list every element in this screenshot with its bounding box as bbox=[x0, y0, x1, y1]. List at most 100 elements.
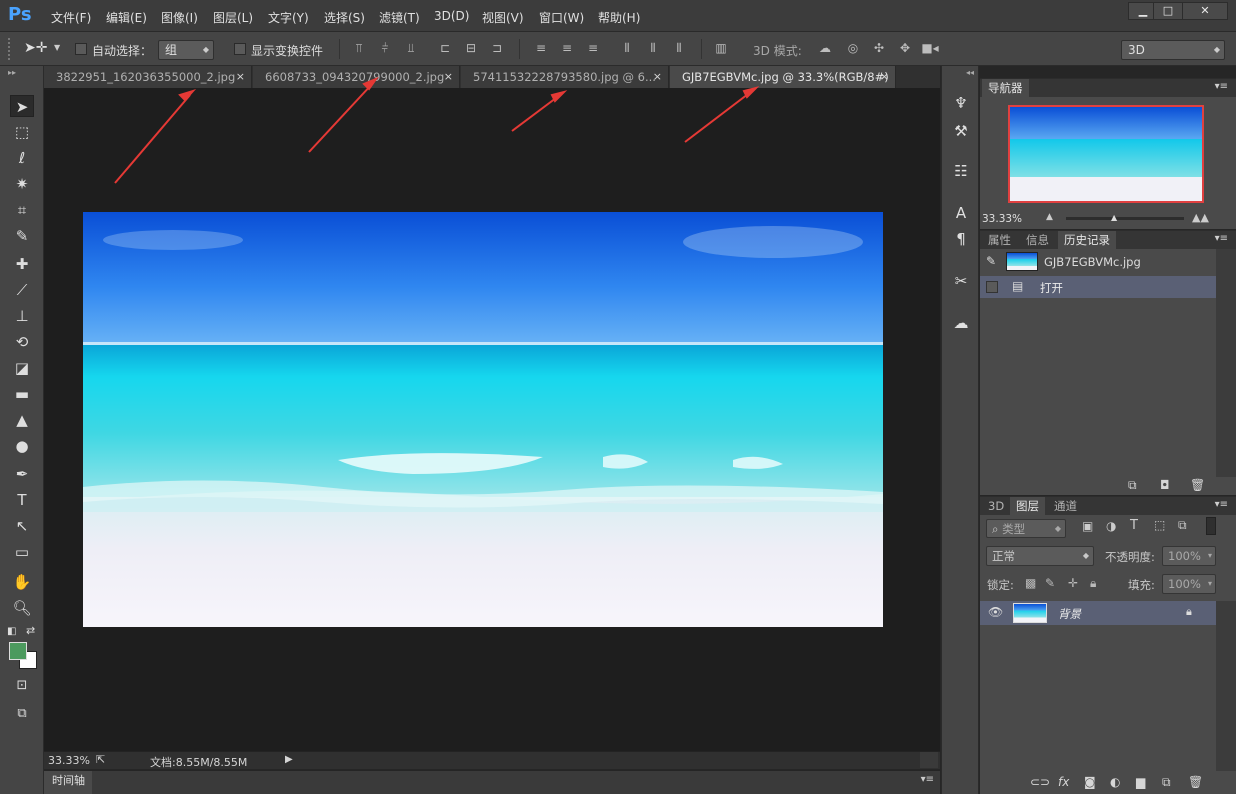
tool-presets-icon[interactable]: ✂ bbox=[950, 270, 972, 292]
menu-help[interactable]: 帮助(H) bbox=[598, 9, 640, 26]
brush-presets-icon[interactable]: ♆ bbox=[950, 92, 972, 114]
navigator-preview[interactable] bbox=[1008, 105, 1204, 203]
filter-smart-object-icon[interactable]: ⧉ bbox=[1178, 518, 1187, 533]
filter-shape-icon[interactable]: ⬚ bbox=[1154, 518, 1165, 532]
workspace-dropdown[interactable]: 3D ◆ bbox=[1121, 40, 1225, 60]
step-checkbox[interactable] bbox=[986, 281, 998, 293]
roll-3d-icon[interactable]: ◎ bbox=[843, 41, 863, 55]
status-menu-arrow-icon[interactable]: ▶ bbox=[285, 754, 293, 765]
export-icon[interactable]: ⇱ bbox=[96, 753, 105, 766]
new-document-from-state-icon[interactable]: ⧉ bbox=[1128, 478, 1137, 493]
menu-select[interactable]: 选择(S) bbox=[324, 9, 365, 26]
clone-source-icon[interactable]: ☷ bbox=[950, 160, 972, 182]
pen-tool-icon[interactable]: ✒ bbox=[10, 463, 34, 485]
layers-scrollbar[interactable] bbox=[1216, 601, 1236, 771]
menu-layer[interactable]: 图层(L) bbox=[213, 9, 253, 26]
zoom-in-icon[interactable]: ▲▲ bbox=[1192, 211, 1209, 224]
layer-row[interactable]: 👁︎ 背景 🔒︎ bbox=[980, 601, 1216, 625]
tab-document-4[interactable]: GJB7EGBVMc.jpg @ 33.3%(RGB/8#) × bbox=[670, 66, 896, 88]
lock-position-icon[interactable]: ✛ bbox=[1068, 576, 1078, 590]
menu-image[interactable]: 图像(I) bbox=[161, 9, 198, 26]
history-scrollbar[interactable] bbox=[1216, 249, 1236, 477]
character-icon[interactable]: A bbox=[950, 202, 972, 224]
navigator-zoom-value[interactable]: 33.33% bbox=[982, 213, 1022, 225]
swap-colors-icon[interactable]: ⇄ bbox=[26, 624, 35, 637]
visibility-eye-icon[interactable]: 👁︎ bbox=[988, 605, 1003, 619]
history-brush-source-icon[interactable]: ✎ bbox=[986, 254, 996, 268]
close-icon[interactable]: × bbox=[236, 66, 245, 88]
brush-settings-icon[interactable]: ⚒ bbox=[950, 120, 972, 142]
move-tool-preset-icon[interactable]: ➤✛ bbox=[24, 40, 47, 56]
foreground-color-swatch[interactable] bbox=[9, 642, 27, 660]
eraser-tool-icon[interactable]: ◪ bbox=[10, 357, 34, 379]
maximize-button[interactable]: □ bbox=[1153, 2, 1183, 20]
blur-tool-icon[interactable]: ▲ bbox=[10, 409, 34, 431]
layer-filter-dropdown[interactable]: ⌕ 类型 ◆ bbox=[986, 519, 1066, 538]
history-step-row[interactable]: ▤ 打开 bbox=[980, 276, 1216, 298]
adjustment-layer-icon[interactable]: ◐ bbox=[1110, 775, 1120, 789]
delete-layer-icon[interactable]: 🗑︎ bbox=[1188, 775, 1203, 789]
tab-info[interactable]: 信息 bbox=[1020, 231, 1055, 249]
screen-mode-icon[interactable]: ⧉ bbox=[10, 703, 34, 725]
collapse-icon[interactable]: ◂◂ bbox=[966, 68, 974, 77]
align-hcenter-icon[interactable]: ⊟ bbox=[464, 41, 478, 55]
align-right-icon[interactable]: ⊐ bbox=[490, 41, 504, 55]
magic-wand-tool-icon[interactable]: ✷ bbox=[10, 173, 34, 195]
dodge-tool-icon[interactable]: ● bbox=[10, 435, 34, 457]
camera-icon[interactable]: ◘ bbox=[1160, 478, 1170, 492]
collapse-icon[interactable]: ▸▸ bbox=[8, 68, 16, 77]
distribute-right-icon[interactable]: ⦀ bbox=[672, 41, 686, 55]
zoom-out-icon[interactable]: ▲ bbox=[1046, 212, 1053, 222]
distribute-vcenter-icon[interactable]: ≡ bbox=[560, 41, 574, 55]
distribute-hcenter-icon[interactable]: ⦀ bbox=[646, 41, 660, 55]
timeline-tab[interactable]: 时间轴 bbox=[44, 771, 92, 794]
tab-layers[interactable]: 图层 bbox=[1010, 497, 1045, 515]
chevron-down-icon[interactable]: ▼ bbox=[54, 43, 60, 52]
distribute-top-icon[interactable]: ≡ bbox=[534, 41, 548, 55]
menu-window[interactable]: 窗口(W) bbox=[539, 9, 584, 26]
menu-type[interactable]: 文字(Y) bbox=[268, 9, 309, 26]
align-bottom-icon[interactable]: ⫫ bbox=[404, 41, 418, 55]
add-mask-icon[interactable]: ◙ bbox=[1084, 775, 1096, 789]
path-selection-tool-icon[interactable]: ↖ bbox=[10, 515, 34, 537]
zoom-slider[interactable] bbox=[1066, 217, 1184, 220]
auto-select-checkbox[interactable] bbox=[75, 43, 87, 55]
gradient-tool-icon[interactable]: ▬ bbox=[10, 383, 34, 405]
close-icon[interactable]: × bbox=[653, 66, 662, 88]
marquee-tool-icon[interactable]: ⬚ bbox=[10, 121, 34, 143]
auto-align-icon[interactable]: ▥ bbox=[714, 41, 728, 55]
hand-tool-icon[interactable]: ✋ bbox=[10, 571, 34, 593]
lock-transparency-icon[interactable]: ▩ bbox=[1025, 576, 1036, 590]
distribute-left-icon[interactable]: ⦀ bbox=[620, 41, 634, 55]
history-brush-tool-icon[interactable]: ⟲ bbox=[10, 331, 34, 353]
layer-style-icon[interactable]: fx bbox=[1058, 775, 1069, 789]
menu-3d[interactable]: 3D(D) bbox=[434, 9, 469, 23]
close-button[interactable]: ✕ bbox=[1182, 2, 1228, 20]
healing-brush-tool-icon[interactable]: ✚ bbox=[10, 253, 34, 275]
history-snapshot-row[interactable]: ✎ GJB7EGBVMc.jpg bbox=[980, 249, 1216, 275]
default-colors-icon[interactable]: ◧ bbox=[7, 626, 16, 637]
panel-menu-icon[interactable]: ▾≡ bbox=[1215, 81, 1228, 92]
blend-mode-dropdown[interactable]: 正常 ◆ bbox=[986, 546, 1094, 566]
zoom-tool-icon[interactable]: 🔍︎ bbox=[10, 597, 34, 619]
rotate-3d-icon[interactable]: ☁ bbox=[815, 41, 835, 55]
filter-pixel-icon[interactable]: ▣ bbox=[1082, 519, 1093, 533]
menu-file[interactable]: 文件(F) bbox=[51, 9, 91, 26]
grip-handle[interactable] bbox=[8, 38, 12, 60]
menu-filter[interactable]: 滤镜(T) bbox=[379, 9, 420, 26]
brush-tool-icon[interactable]: ⟋ bbox=[10, 279, 34, 301]
zoom-slider-thumb[interactable]: ▲ bbox=[1111, 213, 1117, 222]
lasso-tool-icon[interactable]: ℓ bbox=[10, 147, 34, 169]
crop-tool-icon[interactable]: ⌗ bbox=[10, 199, 34, 221]
panel-menu-icon[interactable]: ▾≡ bbox=[921, 774, 934, 785]
creative-cloud-icon[interactable]: ☁ bbox=[950, 312, 972, 334]
align-left-icon[interactable]: ⊏ bbox=[438, 41, 452, 55]
align-top-icon[interactable]: ⫪ bbox=[352, 41, 366, 55]
filter-type-icon[interactable]: T bbox=[1130, 518, 1138, 533]
menu-view[interactable]: 视图(V) bbox=[482, 9, 524, 26]
rectangle-tool-icon[interactable]: ▭ bbox=[10, 541, 34, 563]
close-icon[interactable]: × bbox=[444, 66, 453, 88]
panel-menu-icon[interactable]: ▾≡ bbox=[1215, 233, 1228, 244]
filter-toggle[interactable] bbox=[1206, 517, 1216, 535]
scale-3d-icon[interactable]: ■◂ bbox=[920, 41, 940, 55]
